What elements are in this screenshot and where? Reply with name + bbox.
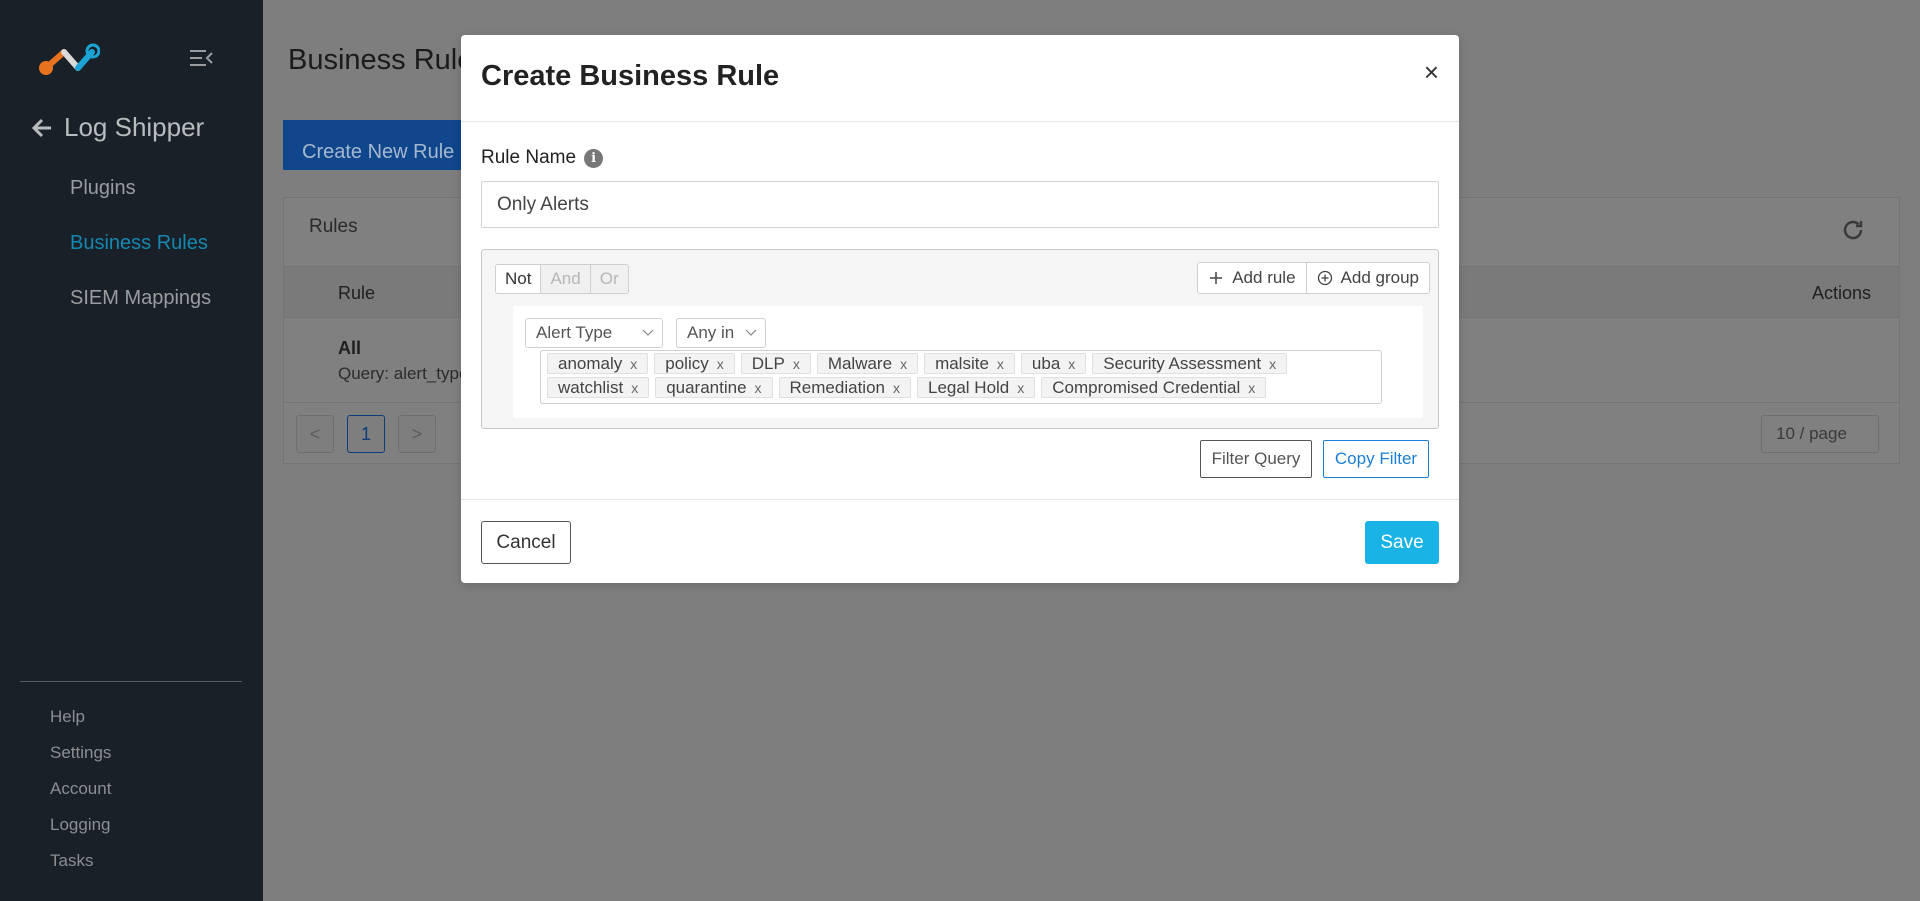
rule-name-input[interactable] [481, 181, 1439, 228]
value-tag: watchlist x [547, 377, 650, 398]
operator-select-value: Any in [687, 323, 735, 342]
add-rule-label: Add rule [1232, 268, 1296, 287]
remove-tag-icon[interactable]: x [793, 356, 800, 372]
footer-link-logging[interactable]: Logging [50, 815, 111, 835]
remove-tag-icon[interactable]: x [717, 356, 724, 372]
remove-tag-icon[interactable]: x [1269, 356, 1276, 372]
info-icon[interactable]: i [584, 148, 604, 168]
app-logo-icon[interactable] [38, 42, 100, 78]
chevron-down-icon [745, 329, 757, 336]
filter-query-button[interactable]: Filter Query [1200, 440, 1312, 478]
operator-select[interactable]: Any in [676, 318, 766, 348]
back-link[interactable]: Log Shipper [30, 112, 204, 143]
tag-label: DLP [751, 353, 785, 373]
value-tag: malsite x [924, 353, 1015, 374]
tag-label: watchlist [558, 377, 624, 397]
query-builder: Not And Or Add rule Add group Alert Type… [481, 249, 1439, 429]
values-multiselect[interactable]: anomaly x policy x DLP x Malware x malsite x … [540, 350, 1382, 404]
add-rule-button[interactable]: Add rule [1198, 263, 1305, 293]
tag-label: policy [665, 353, 709, 373]
tag-label: Compromised Credential [1052, 377, 1241, 397]
modal-title: Create Business Rule [481, 60, 780, 92]
refresh-icon[interactable] [1841, 218, 1865, 242]
create-business-rule-modal: Create Business Rule × Rule Name i Not A… [461, 35, 1459, 583]
remove-tag-icon[interactable]: x [1068, 356, 1075, 372]
footer-link-account[interactable]: Account [50, 779, 111, 799]
save-button[interactable]: Save [1365, 521, 1439, 564]
value-tag: Remediation x [778, 377, 911, 398]
column-header-actions: Actions [1811, 283, 1871, 303]
tag-label: quarantine [666, 377, 747, 397]
arrow-left-icon [31, 118, 51, 137]
remove-tag-icon[interactable]: x [997, 356, 1004, 372]
tag-label: Remediation [789, 377, 885, 397]
close-icon[interactable]: × [1424, 57, 1439, 88]
remove-tag-icon[interactable]: x [1248, 380, 1255, 396]
collapse-sidebar-icon[interactable] [188, 48, 214, 68]
column-header-rule[interactable]: Rule [338, 283, 375, 304]
rule-row: Alert Type Any in anomaly x policy x DLP x … [513, 306, 1423, 418]
table-row-name[interactable]: All [338, 338, 361, 359]
modal-header: Create Business Rule × [461, 35, 1459, 122]
footer-link-tasks[interactable]: Tasks [50, 851, 93, 871]
remove-tag-icon[interactable]: x [631, 380, 638, 396]
create-new-rule-button[interactable]: Create New Rule [283, 120, 483, 170]
plus-circle-icon [1317, 270, 1332, 286]
tag-label: anomaly [558, 353, 623, 373]
value-tag: policy x [654, 353, 735, 374]
page-size-select[interactable]: 10 / page [1761, 415, 1879, 453]
value-tag: quarantine x [655, 377, 773, 398]
value-tag: Legal Hold x [916, 377, 1036, 398]
page-title: Business Rules [288, 44, 488, 76]
rule-name-label: Rule Name i [481, 147, 604, 169]
or-toggle[interactable]: Or [589, 265, 628, 293]
plus-icon [1210, 272, 1223, 284]
sidebar-divider [20, 681, 242, 682]
nav-item-siem-mappings[interactable]: SIEM Mappings [70, 287, 211, 310]
rules-card-title: Rules [309, 216, 358, 237]
sidebar: Log Shipper Plugins Business Rules SIEM … [0, 0, 263, 901]
value-tag: Security Assessment x [1092, 353, 1288, 374]
footer-link-help[interactable]: Help [50, 707, 85, 727]
tag-label: Malware [827, 353, 893, 373]
remove-tag-icon[interactable]: x [893, 380, 900, 396]
nav-item-plugins[interactable]: Plugins [70, 177, 136, 200]
page-size-value: 10 / page [1776, 424, 1847, 443]
value-tag: Compromised Credential x [1041, 377, 1267, 398]
modal-footer: Cancel Save [461, 499, 1459, 583]
value-tag: anomaly x [547, 353, 649, 374]
footer-link-settings[interactable]: Settings [50, 743, 111, 763]
prev-page-button[interactable]: < [296, 415, 334, 453]
remove-tag-icon[interactable]: x [755, 380, 762, 396]
rule-name-label-text: Rule Name [481, 147, 577, 168]
value-tag: Malware x [816, 353, 919, 374]
remove-tag-icon[interactable]: x [900, 356, 907, 372]
add-group-label: Add group [1340, 268, 1419, 287]
next-page-button[interactable]: > [398, 415, 436, 453]
tag-label: Legal Hold [927, 377, 1010, 397]
app-title: Log Shipper [64, 112, 205, 142]
and-toggle[interactable]: And [540, 265, 590, 293]
cancel-button[interactable]: Cancel [481, 521, 571, 564]
value-tag: uba x [1020, 353, 1087, 374]
value-tag: DLP x [740, 353, 811, 374]
tag-label: malsite [935, 353, 989, 373]
page-button-current[interactable]: 1 [347, 415, 385, 453]
add-group-button[interactable]: Add group [1305, 263, 1429, 293]
query-actions: Add rule Add group [1197, 262, 1430, 294]
table-row-query: Query: alert_type [338, 364, 469, 383]
chevron-down-icon [642, 329, 654, 336]
field-select[interactable]: Alert Type [525, 318, 663, 348]
remove-tag-icon[interactable]: x [1017, 380, 1024, 396]
nav-item-business-rules[interactable]: Business Rules [70, 232, 208, 255]
tag-label: Security Assessment [1103, 353, 1262, 373]
remove-tag-icon[interactable]: x [630, 356, 637, 372]
field-select-value: Alert Type [536, 323, 613, 342]
conjunction-toggle: Not And Or [495, 264, 629, 294]
not-toggle[interactable]: Not [496, 265, 541, 293]
copy-filter-button[interactable]: Copy Filter [1323, 440, 1429, 478]
tag-label: uba [1031, 353, 1061, 373]
